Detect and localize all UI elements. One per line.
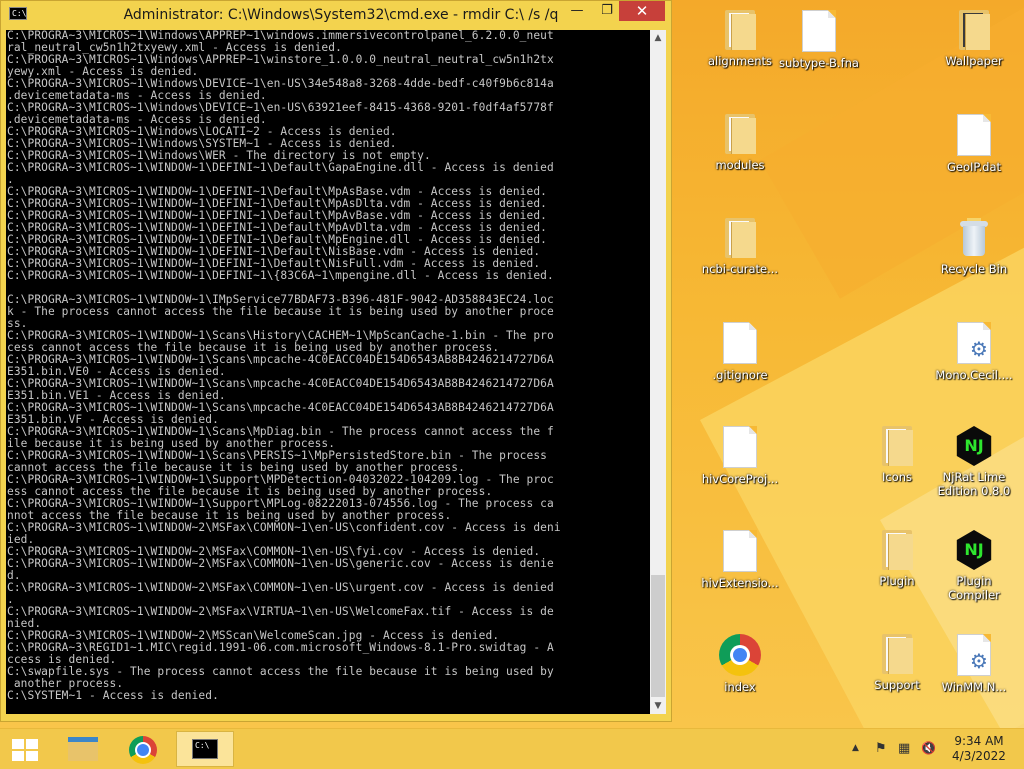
folder-icon: [882, 426, 913, 466]
folder-icon: [725, 218, 756, 258]
scroll-up-arrow-icon[interactable]: ▲: [650, 30, 666, 46]
chrome-icon: [129, 736, 157, 764]
njrat-icon: NJ: [956, 530, 992, 570]
icon-label: index: [724, 680, 756, 694]
windows-logo-icon: [12, 739, 38, 761]
chrome-icon: [719, 634, 761, 676]
desktop-icon-recycle-bin[interactable]: Recycle Bin: [932, 214, 1016, 276]
desktop-icon-mono-cecil[interactable]: ⚙ Mono.Cecil....: [932, 318, 1016, 382]
icon-label: Plugin: [879, 574, 915, 588]
icon-label: Mono.Cecil....: [935, 368, 1013, 382]
scroll-down-arrow-icon[interactable]: ▼: [650, 698, 666, 714]
desktop-icon-subtype-b[interactable]: subtype-B.fna: [777, 6, 861, 70]
desktop-icon-ncbi-curate[interactable]: ncbi-curate...: [698, 214, 782, 276]
desktop-icon-support[interactable]: Support: [855, 630, 939, 692]
recycle-bin-icon: [959, 218, 989, 258]
icon-label: subtype-B.fna: [779, 56, 859, 70]
taskbar-chrome[interactable]: [116, 731, 172, 767]
taskbar: C:\ ▲ ⚑ ▦ 🔇 9:34 AM 4/3/2022: [0, 728, 1024, 769]
settings-document-icon: ⚙: [957, 322, 991, 364]
desktop-icon-winmm[interactable]: ⚙ WinMM.N...: [932, 630, 1016, 694]
njrat-icon: NJ: [956, 426, 992, 466]
document-icon: [723, 426, 757, 468]
action-center-flag-icon[interactable]: ⚑: [875, 741, 887, 756]
icon-label: Support: [874, 678, 920, 692]
folder-icon: [882, 634, 913, 674]
desktop-icon-njrat-lime[interactable]: NJ NjRat Lime Edition 0.8.0: [932, 422, 1016, 498]
desktop-icon-plugin-compiler[interactable]: NJ Plugin Compiler: [932, 526, 1016, 602]
desktop-icon-index[interactable]: index: [698, 630, 782, 694]
minimize-button[interactable]: —: [563, 1, 591, 21]
clock-date: 4/3/2022: [952, 749, 1006, 763]
gear-icon: ⚙: [970, 649, 988, 673]
desktop-icon-hivextension[interactable]: hivExtensio...: [698, 526, 782, 590]
console-text: C:\PROGRA~3\MICROS~1\Windows\APPREP~1\wi…: [7, 30, 561, 702]
icon-label: Plugin Compiler: [948, 574, 1000, 602]
console-output-area[interactable]: C:\PROGRA~3\MICROS~1\Windows\APPREP~1\wi…: [6, 30, 650, 714]
settings-document-icon: ⚙: [957, 634, 991, 676]
gear-icon: ⚙: [970, 337, 988, 361]
icon-label: NjRat Lime Edition 0.8.0: [937, 470, 1011, 498]
maximize-button[interactable]: ❐: [593, 1, 621, 21]
network-icon[interactable]: ▦: [898, 741, 910, 756]
desktop-icon-modules[interactable]: modules: [698, 110, 782, 172]
desktop-icon-geoip[interactable]: GeoIP.dat: [932, 110, 1016, 174]
icon-label: WinMM.N...: [941, 680, 1007, 694]
desktop-icon-alignments[interactable]: alignments: [698, 6, 782, 68]
title-bar[interactable]: C:\ Administrator: C:\Windows\System32\c…: [1, 1, 671, 29]
start-button[interactable]: [0, 731, 56, 767]
folder-icon: [882, 530, 913, 570]
icon-label: alignments: [707, 54, 773, 68]
vertical-scrollbar[interactable]: ▲ ▼: [650, 30, 666, 714]
icon-label: Wallpaper: [945, 54, 1003, 68]
tray-overflow-icon[interactable]: ▲: [852, 743, 859, 753]
taskbar-command-prompt[interactable]: C:\: [176, 731, 234, 767]
desktop-icon-wallpaper[interactable]: Wallpaper: [932, 6, 1016, 68]
desktop-icon-icons[interactable]: Icons: [855, 422, 939, 484]
icon-label: ncbi-curate...: [701, 262, 779, 276]
cmd-window[interactable]: C:\ Administrator: C:\Windows\System32\c…: [0, 0, 672, 722]
document-icon: [957, 114, 991, 156]
icon-label: GeoIP.dat: [946, 160, 1002, 174]
folder-icon: [725, 114, 756, 154]
taskbar-clock[interactable]: 9:34 AM 4/3/2022: [940, 734, 1018, 764]
folder-icon: [725, 10, 756, 50]
icon-label: hivCoreProj...: [701, 472, 779, 486]
clock-time: 9:34 AM: [954, 734, 1004, 748]
icon-label: Recycle Bin: [940, 262, 1008, 276]
icon-label: modules: [715, 158, 765, 172]
desktop-icon-hivcoreproj[interactable]: hivCoreProj...: [698, 422, 782, 486]
scrollbar-thumb[interactable]: [651, 575, 665, 697]
volume-muted-icon[interactable]: 🔇: [921, 741, 936, 755]
folder-icon: [959, 10, 990, 50]
taskbar-file-explorer[interactable]: [56, 731, 112, 767]
document-icon: [723, 322, 757, 364]
command-prompt-icon: C:\: [192, 739, 218, 759]
icon-label: .gitignore: [712, 368, 768, 382]
file-explorer-icon: [68, 737, 98, 761]
icon-label: hivExtensio...: [701, 576, 779, 590]
icon-label: Icons: [881, 470, 913, 484]
close-button[interactable]: ✕: [619, 1, 665, 21]
document-icon: [723, 530, 757, 572]
desktop-icon-plugin[interactable]: Plugin: [855, 526, 939, 588]
document-icon: [802, 10, 836, 52]
desktop-icon-gitignore[interactable]: .gitignore: [698, 318, 782, 382]
